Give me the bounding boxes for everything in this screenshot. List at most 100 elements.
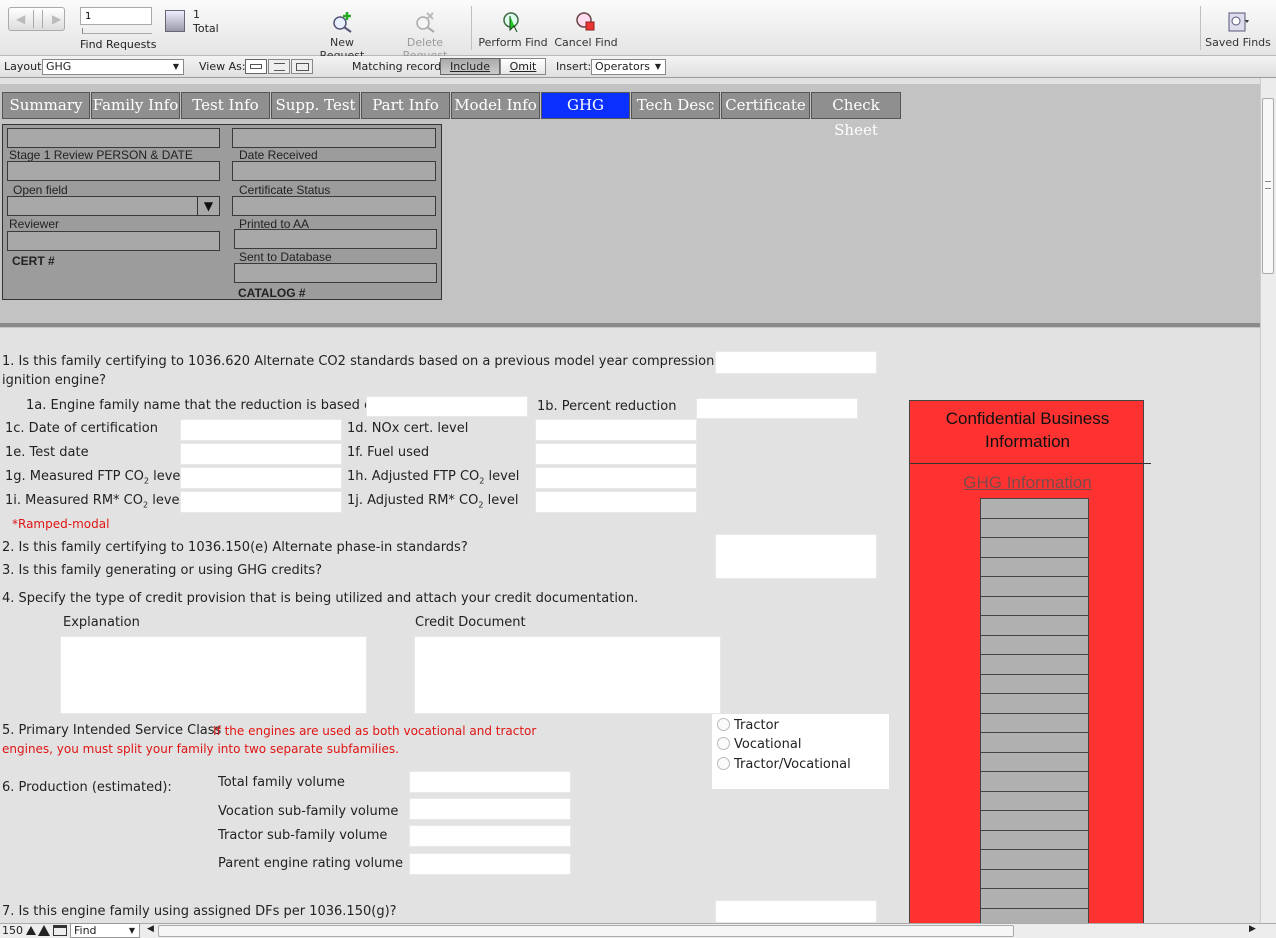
explanation-field[interactable] xyxy=(60,636,367,714)
radio-tractor[interactable]: Tractor xyxy=(717,718,779,733)
tab-family-info[interactable]: Family Info xyxy=(91,92,180,119)
tractor-volume-field[interactable] xyxy=(409,825,571,847)
q7-answer-field[interactable] xyxy=(715,900,877,923)
grid-cell[interactable] xyxy=(980,868,1089,888)
delete-request-button[interactable]: Delete Request xyxy=(384,10,466,62)
next-record-icon[interactable]: ▶ xyxy=(52,12,61,26)
stage1-review-field[interactable] xyxy=(7,128,220,148)
grid-cell[interactable] xyxy=(980,771,1089,791)
grid-cell[interactable] xyxy=(980,537,1089,557)
grid-cell[interactable] xyxy=(980,712,1089,732)
tab-part-info[interactable]: Part Info xyxy=(361,92,450,119)
grid-cell[interactable] xyxy=(980,790,1089,810)
scroll-left-icon[interactable]: ◀ xyxy=(147,924,154,934)
catalog-number-field[interactable] xyxy=(234,263,437,283)
perform-find-button[interactable]: Perform Find xyxy=(478,10,548,49)
cert-number-field[interactable] xyxy=(7,231,220,251)
radio-tractor-vocational[interactable]: Tractor/Vocational xyxy=(717,757,851,772)
printed-to-aa-field[interactable] xyxy=(232,196,436,216)
certificate-status-field[interactable] xyxy=(232,161,436,181)
scroll-right-icon[interactable]: ▶ xyxy=(1249,924,1256,934)
q1e-field[interactable] xyxy=(180,443,342,465)
tab-summary[interactable]: Summary xyxy=(2,92,90,119)
grid-cell[interactable] xyxy=(980,634,1089,654)
grid-cell[interactable] xyxy=(980,829,1089,849)
zoom-level[interactable]: 150 xyxy=(2,924,23,937)
grid-cell[interactable] xyxy=(980,693,1089,713)
radio-circle-icon[interactable] xyxy=(717,757,730,770)
zoom-out-icon[interactable] xyxy=(26,926,36,935)
q2-q3-answer-field[interactable] xyxy=(715,534,877,579)
grid-cell[interactable] xyxy=(980,810,1089,830)
grid-cell[interactable] xyxy=(980,751,1089,771)
grid-cell[interactable] xyxy=(980,732,1089,752)
grid-cell[interactable] xyxy=(980,907,1089,923)
tab-tech-desc[interactable]: Tech Desc xyxy=(631,92,720,119)
tab-ghg[interactable]: GHG xyxy=(541,92,630,119)
date-received-field[interactable] xyxy=(232,128,436,148)
new-request-button[interactable]: New Request xyxy=(306,10,378,62)
grid-cell[interactable] xyxy=(980,498,1089,518)
include-button[interactable]: Include xyxy=(440,58,500,75)
horizontal-scroll-thumb[interactable] xyxy=(158,925,1014,937)
radio-vocational[interactable]: Vocational xyxy=(717,737,801,752)
view-list-button[interactable] xyxy=(268,59,290,74)
cancel-find-button[interactable]: Cancel Find xyxy=(552,10,620,49)
total-family-volume-field[interactable] xyxy=(409,771,571,793)
grid-cell[interactable] xyxy=(980,654,1089,674)
q1b-field[interactable] xyxy=(696,398,858,419)
reviewer-dropdown[interactable]: ▼ xyxy=(7,196,220,216)
status-toolbar-toggle-icon[interactable] xyxy=(53,925,67,936)
grid-cell[interactable] xyxy=(980,849,1089,869)
zoom-in-icon[interactable] xyxy=(38,925,50,936)
tab-certificate[interactable]: Certificate xyxy=(721,92,810,119)
grid-cell[interactable] xyxy=(980,615,1089,635)
q1a-field[interactable] xyxy=(366,396,528,417)
layout-label: Layout: xyxy=(4,60,46,73)
grip-icon xyxy=(1265,181,1271,189)
saved-finds-button[interactable]: Saved Finds xyxy=(1204,10,1272,49)
q1f-field[interactable] xyxy=(535,443,697,465)
tab-test-info[interactable]: Test Info xyxy=(181,92,270,119)
layout-select[interactable]: GHG ▼ xyxy=(42,59,184,75)
q1-answer-field[interactable] xyxy=(715,351,877,374)
q1j-field[interactable] xyxy=(535,491,697,513)
vocation-volume-field[interactable] xyxy=(409,798,571,820)
q1c-field[interactable] xyxy=(180,419,342,441)
sent-to-database-field[interactable] xyxy=(234,229,437,249)
previous-record-icon[interactable]: ◀ xyxy=(16,12,25,26)
radio-circle-icon[interactable] xyxy=(717,737,730,750)
tab-supp-test[interactable]: Supp. Test xyxy=(271,92,360,119)
dropdown-arrow-icon[interactable]: ▼ xyxy=(197,196,219,216)
parent-volume-field[interactable] xyxy=(409,853,571,875)
radio-circle-icon[interactable] xyxy=(717,718,730,731)
grid-cell[interactable] xyxy=(980,576,1089,596)
q1g-field[interactable] xyxy=(180,467,342,489)
status-bar: Layout: GHG ▼ View As: Matching records: … xyxy=(0,56,1276,78)
q1i-field[interactable] xyxy=(180,491,342,513)
open-field[interactable] xyxy=(7,161,220,181)
grid-cell[interactable] xyxy=(980,673,1089,693)
record-navigator[interactable]: ◀ ▶ xyxy=(8,7,65,31)
q5-note-cont: engines, you must split your family into… xyxy=(2,742,399,756)
q1h-field[interactable] xyxy=(535,467,697,489)
view-form-button[interactable] xyxy=(245,59,267,74)
cbi-panel: Confidential Business Information GHG In… xyxy=(909,400,1151,923)
q1f-label: 1f. Fuel used xyxy=(347,445,430,460)
tab-check-sheet[interactable]: Check Sheet xyxy=(811,92,901,139)
vertical-scroll-thumb[interactable] xyxy=(1262,98,1274,274)
ghg-information-link[interactable]: GHG Information xyxy=(910,473,1145,493)
tab-model-info[interactable]: Model Info xyxy=(451,92,540,119)
mode-select[interactable]: Find ▼ xyxy=(70,923,140,938)
credit-document-field[interactable] xyxy=(414,636,721,714)
grid-cell[interactable] xyxy=(980,517,1089,537)
grid-cell[interactable] xyxy=(980,556,1089,576)
q1d-field[interactable] xyxy=(535,419,697,441)
grid-cell[interactable] xyxy=(980,888,1089,908)
view-table-button[interactable] xyxy=(291,59,313,74)
omit-button[interactable]: Omit xyxy=(500,58,546,75)
insert-operators-select[interactable]: Operators ▼ xyxy=(591,59,666,75)
grid-cell[interactable] xyxy=(980,595,1089,615)
record-slider[interactable] xyxy=(82,28,152,34)
record-number-input[interactable] xyxy=(80,7,152,25)
